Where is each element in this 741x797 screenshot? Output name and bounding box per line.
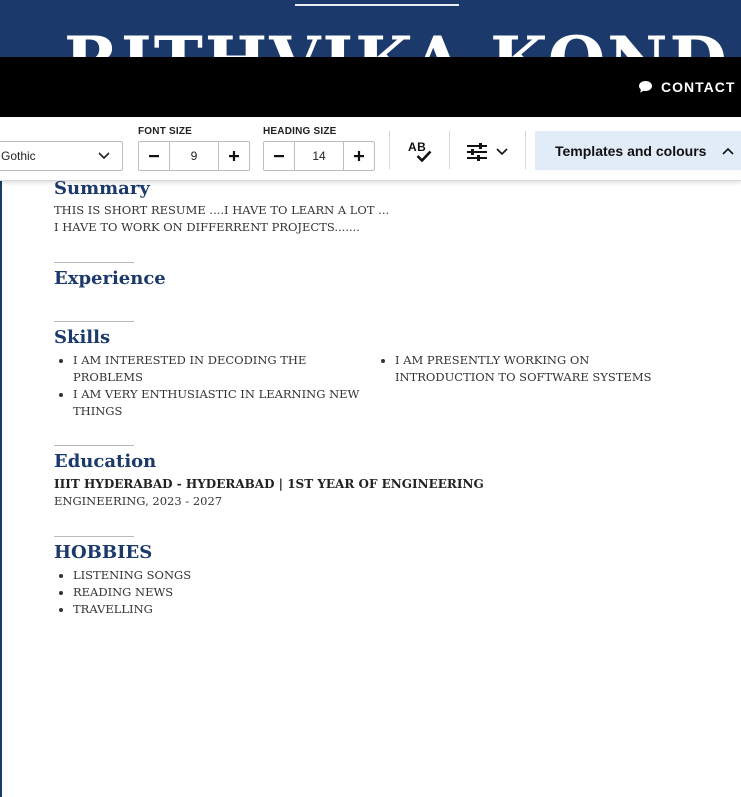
heading-size-input[interactable] bbox=[294, 142, 344, 170]
hobby-item: LISTENING SONGS bbox=[73, 567, 714, 584]
resume-body: Summary THIS IS SHORT RESUME ....I HAVE … bbox=[54, 178, 714, 618]
education-section: Education IIIT HYDERABAD - HYDERABAD | 1… bbox=[54, 445, 714, 510]
top-nav-bar: CONTACT US bbox=[0, 57, 741, 117]
font-size-label: FONT SIZE bbox=[138, 126, 193, 137]
editor-toolbar: Gothic FONT SIZE HEADING SIZE AB bbox=[0, 117, 741, 181]
font-family-value: Gothic bbox=[1, 149, 36, 163]
heading-size-label: HEADING SIZE bbox=[263, 126, 337, 137]
hobbies-list: LISTENING SONGS READING NEWS TRAVELLING bbox=[54, 567, 714, 618]
chevron-down-icon bbox=[98, 152, 110, 160]
toolbar-divider bbox=[525, 131, 526, 169]
summary-line: THIS IS SHORT RESUME ....I HAVE TO LEARN… bbox=[54, 203, 390, 217]
skills-heading: Skills bbox=[54, 327, 111, 348]
skill-item: I AM VERY ENTHUSIASTIC IN LEARNING NEW T… bbox=[73, 386, 376, 420]
education-heading: Education bbox=[54, 451, 157, 472]
layout-settings-button[interactable] bbox=[466, 137, 516, 167]
minus-icon bbox=[274, 155, 284, 158]
header-divider bbox=[295, 4, 459, 6]
section-divider bbox=[54, 321, 134, 322]
font-size-decrease-button[interactable] bbox=[139, 142, 169, 170]
section-divider bbox=[54, 445, 134, 446]
spellcheck-button[interactable]: AB bbox=[404, 137, 436, 167]
section-divider bbox=[54, 536, 134, 537]
education-detail: ENGINEERING, 2023 - 2027 bbox=[54, 494, 223, 508]
contact-us-label: CONTACT US bbox=[661, 79, 741, 95]
minus-icon bbox=[149, 155, 159, 158]
experience-section: Experience bbox=[54, 262, 714, 291]
sliders-icon bbox=[467, 143, 487, 161]
summary-section: Summary THIS IS SHORT RESUME ....I HAVE … bbox=[54, 177, 714, 236]
summary-line: I HAVE TO WORK ON DIFFERRENT PROJECTS...… bbox=[54, 220, 360, 234]
templates-and-colours-button[interactable]: Templates and colours bbox=[535, 131, 741, 170]
hobbies-section: HOBBIES LISTENING SONGS READING NEWS TRA… bbox=[54, 536, 714, 618]
toolbar-divider bbox=[389, 131, 390, 169]
speech-bubble-icon bbox=[639, 81, 652, 93]
education-title: IIIT HYDERABAD - HYDERABAD | 1ST YEAR OF… bbox=[54, 477, 484, 491]
skills-section: Skills I AM INTERESTED IN DECODING THE P… bbox=[54, 321, 714, 420]
font-size-input[interactable] bbox=[169, 142, 219, 170]
skill-item: I AM PRESENTLY WORKING ON INTRODUCTION T… bbox=[395, 352, 676, 386]
skills-list-left: I AM INTERESTED IN DECODING THE PROBLEMS… bbox=[54, 352, 376, 420]
chevron-down-icon bbox=[496, 148, 508, 156]
plus-icon bbox=[354, 151, 364, 161]
heading-size-increase-button[interactable] bbox=[344, 142, 374, 170]
contact-us-link[interactable]: CONTACT US bbox=[638, 77, 741, 97]
heading-size-stepper bbox=[263, 141, 375, 171]
templates-label: Templates and colours bbox=[555, 142, 707, 159]
toolbar-divider bbox=[449, 131, 450, 169]
checkmark-icon bbox=[416, 150, 432, 162]
hobby-item: READING NEWS bbox=[73, 584, 714, 601]
skill-item: I AM INTERESTED IN DECODING THE PROBLEMS bbox=[73, 352, 376, 386]
experience-heading: Experience bbox=[54, 268, 166, 289]
hobby-item: TRAVELLING bbox=[73, 601, 714, 618]
hobbies-heading: HOBBIES bbox=[54, 542, 153, 563]
font-size-increase-button[interactable] bbox=[219, 142, 249, 170]
chevron-up-icon bbox=[722, 147, 735, 155]
plus-icon bbox=[229, 151, 239, 161]
summary-heading: Summary bbox=[54, 178, 150, 199]
section-divider bbox=[54, 262, 134, 263]
font-size-stepper bbox=[138, 141, 250, 171]
skills-list-right: I AM PRESENTLY WORKING ON INTRODUCTION T… bbox=[376, 352, 676, 420]
heading-size-decrease-button[interactable] bbox=[264, 142, 294, 170]
skills-columns: I AM INTERESTED IN DECODING THE PROBLEMS… bbox=[54, 352, 714, 420]
font-family-select[interactable]: Gothic bbox=[0, 141, 123, 171]
